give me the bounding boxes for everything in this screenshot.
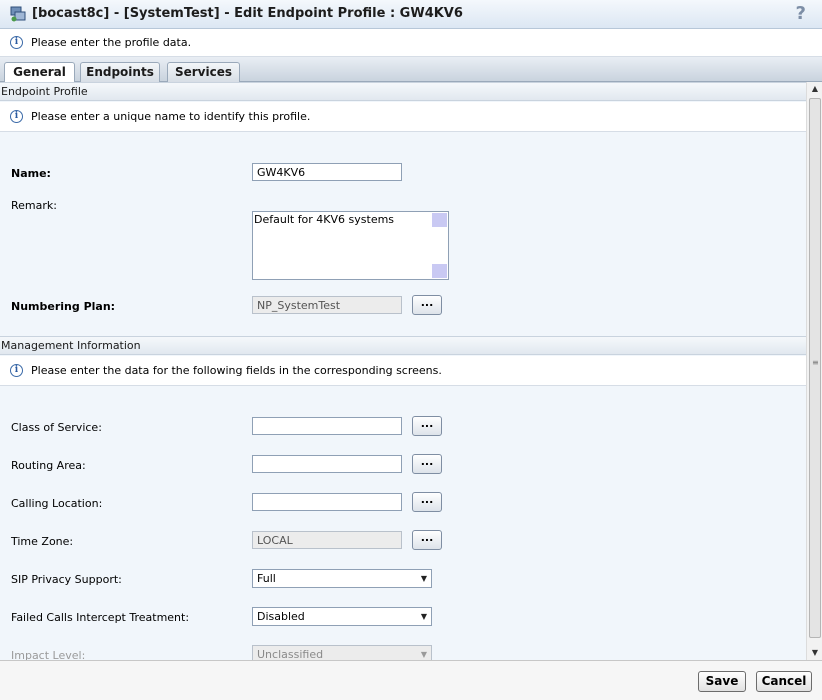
endpoint-profile-info: i Please enter a unique name to identify… — [0, 102, 806, 132]
vertical-scrollbar[interactable]: ▲ ≡ ▼ — [806, 82, 822, 660]
calling-location-label: Calling Location: — [11, 497, 103, 510]
help-icon[interactable]: ? — [796, 3, 806, 24]
tab-general[interactable]: General — [4, 62, 75, 83]
info-icon: i — [10, 364, 23, 377]
tab-endpoints[interactable]: Endpoints — [80, 62, 160, 82]
remark-scroll-down[interactable] — [432, 264, 447, 278]
chevron-down-icon: ▼ — [420, 574, 427, 583]
chevron-down-icon: ▼ — [420, 650, 427, 659]
grip-icon: ≡ — [812, 358, 819, 367]
chevron-down-icon: ▼ — [420, 612, 427, 621]
info-bar: i Please enter the profile data. — [0, 29, 822, 57]
sip-privacy-value: Full — [257, 572, 276, 585]
info-icon: i — [10, 110, 23, 123]
routing-area-input[interactable] — [252, 455, 402, 473]
failed-calls-label: Failed Calls Intercept Treatment: — [11, 611, 190, 624]
class-of-service-label: Class of Service: — [11, 421, 102, 434]
tab-bar: General Endpoints Services — [0, 57, 822, 83]
tab-services[interactable]: Services — [167, 62, 240, 82]
calling-location-input[interactable] — [252, 493, 402, 511]
class-of-service-browse-button[interactable]: ... — [412, 416, 442, 436]
remark-scroll-up[interactable] — [432, 213, 447, 227]
failed-calls-value: Disabled — [257, 610, 305, 623]
class-of-service-input[interactable] — [252, 417, 402, 435]
sip-privacy-label: SIP Privacy Support: — [11, 573, 122, 586]
impact-level-select: Unclassified ▼ — [252, 645, 432, 660]
info-message: Please enter the profile data. — [31, 36, 192, 49]
endpoint-profile-section-header: Endpoint Profile — [0, 82, 806, 101]
impact-level-label: Impact Level: — [11, 649, 86, 660]
routing-area-label: Routing Area: — [11, 459, 86, 472]
sip-privacy-select[interactable]: Full ▼ — [252, 569, 432, 588]
management-info-text: Please enter the data for the following … — [31, 364, 442, 377]
name-label: Name: — [11, 167, 51, 180]
numbering-plan-input[interactable] — [252, 296, 402, 314]
scroll-thumb[interactable]: ≡ — [809, 98, 821, 638]
calling-location-browse-button[interactable]: ... — [412, 492, 442, 512]
numbering-plan-browse-button[interactable]: ... — [412, 295, 442, 315]
scroll-down-arrow[interactable]: ▼ — [807, 646, 822, 660]
name-input[interactable] — [252, 163, 402, 181]
endpoint-profile-info-text: Please enter a unique name to identify t… — [31, 110, 311, 123]
time-zone-input[interactable] — [252, 531, 402, 549]
info-icon: i — [10, 36, 23, 49]
remark-text: Default for 4KV6 systems — [254, 213, 395, 226]
dialog-footer: Save Cancel — [0, 660, 822, 700]
time-zone-label: Time Zone: — [11, 535, 74, 548]
time-zone-browse-button[interactable]: ... — [412, 530, 442, 550]
numbering-plan-label: Numbering Plan: — [11, 300, 116, 313]
network-profile-icon — [10, 6, 26, 22]
save-button[interactable]: Save — [698, 671, 746, 692]
management-info: i Please enter the data for the followin… — [0, 356, 806, 386]
form-content: Endpoint Profile i Please enter a unique… — [0, 82, 806, 660]
impact-level-value: Unclassified — [257, 648, 324, 660]
scroll-up-arrow[interactable]: ▲ — [807, 82, 822, 96]
remark-label: Remark: — [11, 199, 57, 212]
management-section-header: Management Information — [0, 336, 806, 355]
routing-area-browse-button[interactable]: ... — [412, 454, 442, 474]
failed-calls-select[interactable]: Disabled ▼ — [252, 607, 432, 626]
remark-textarea[interactable]: Default for 4KV6 systems — [252, 211, 449, 280]
cancel-button[interactable]: Cancel — [756, 671, 812, 692]
window-titlebar: [bocast8c] - [SystemTest] - Edit Endpoin… — [0, 0, 822, 29]
window-title: [bocast8c] - [SystemTest] - Edit Endpoin… — [32, 6, 463, 21]
